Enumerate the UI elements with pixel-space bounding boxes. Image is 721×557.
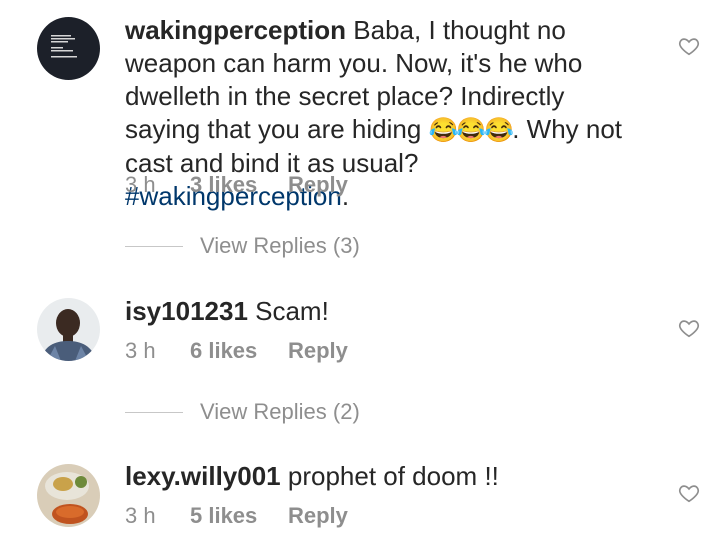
view-replies-label: View Replies (3) [200, 233, 360, 258]
avatar[interactable] [37, 17, 100, 80]
heart-icon[interactable] [678, 35, 700, 57]
timestamp: 3 h [125, 172, 156, 197]
reply-button[interactable]: Reply [288, 170, 348, 200]
username[interactable]: lexy.willy001 [125, 461, 281, 491]
comment-text-part: prophet of doom !! [280, 461, 499, 491]
likes-count[interactable]: 6 likes [190, 336, 257, 366]
divider [125, 412, 183, 413]
person-photo-avatar-icon [37, 298, 100, 361]
comment-text-part: Scam! [247, 296, 329, 326]
reply-button[interactable]: Reply [288, 501, 348, 531]
reply-button[interactable]: Reply [288, 336, 348, 366]
likes-count[interactable]: 5 likes [190, 501, 257, 531]
divider [125, 246, 183, 247]
username[interactable]: wakingperception [125, 15, 346, 45]
view-replies-label: View Replies (2) [200, 399, 360, 424]
comment-text: isy101231 Scam! [125, 295, 645, 328]
comment-text: lexy.willy001 prophet of doom !! [125, 460, 645, 493]
heart-icon[interactable] [678, 317, 700, 339]
book-quote-avatar-icon [37, 17, 100, 80]
timestamp: 3 h [125, 338, 156, 363]
likes-count[interactable]: 3 likes [190, 170, 257, 200]
timestamp: 3 h [125, 503, 156, 528]
laughing-emoji-icon: 😂😂😂 [428, 117, 515, 144]
food-photo-avatar-icon [37, 464, 100, 527]
heart-icon[interactable] [678, 482, 700, 504]
username[interactable]: isy101231 [125, 296, 248, 326]
avatar[interactable] [37, 298, 100, 361]
avatar[interactable] [37, 464, 100, 527]
